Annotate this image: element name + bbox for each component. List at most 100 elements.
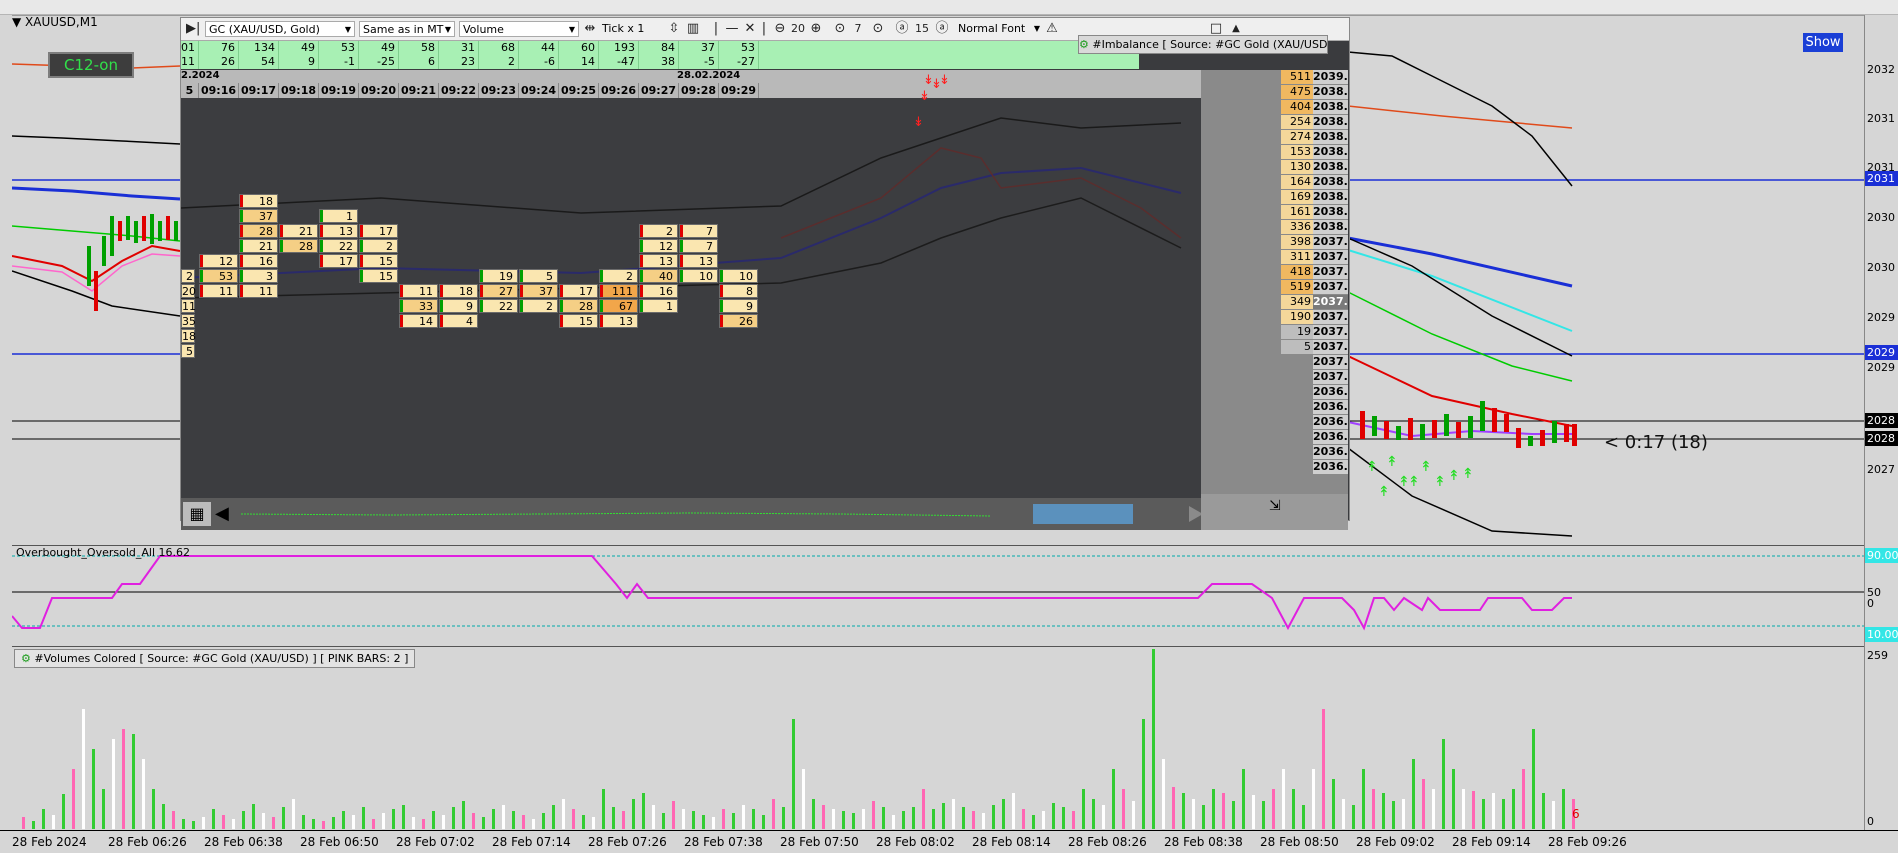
volume-indicator-title[interactable]: ⚙ #Volumes Colored [ Source: #GC Gold (X… xyxy=(14,649,416,668)
separator-icon: | xyxy=(713,21,719,36)
volume-bar xyxy=(1032,815,1035,829)
type-select[interactable]: Volume ▼ xyxy=(459,21,579,37)
volume-bar xyxy=(1382,793,1385,829)
volume-bar xyxy=(292,799,295,829)
delta-cell: 53 xyxy=(319,41,359,55)
instrument-select[interactable]: GC (XAU/USD, Gold) ▼ xyxy=(205,21,355,37)
oscillator-panel[interactable] xyxy=(12,545,1864,646)
cell-marker xyxy=(440,285,443,297)
zoom-in-icon[interactable]: ⊕ xyxy=(809,21,823,37)
cell-marker xyxy=(720,270,723,282)
text-size-icon[interactable]: ⓐ xyxy=(935,21,949,37)
footprint-nav-bar: ▦ ◀ xyxy=(181,498,1203,530)
footprint-cell: 7 xyxy=(679,224,718,238)
cell-value: 5 xyxy=(546,270,553,283)
chart-window-title[interactable]: ▼ XAUUSD,M1 xyxy=(12,15,98,33)
navigator-minimap[interactable] xyxy=(241,504,1211,524)
ladder-price: 2037.0 xyxy=(1313,370,1348,384)
volume-bar xyxy=(652,805,655,829)
cell-marker xyxy=(480,285,483,297)
resize-icon[interactable]: ⇲ xyxy=(1269,498,1281,514)
mode-select[interactable]: Same as in MT ▼ xyxy=(359,21,455,37)
ladder-price: 2037.6 xyxy=(1313,280,1348,294)
mode-value: Same as in MT xyxy=(363,23,444,36)
cell-marker xyxy=(400,285,403,297)
price-tick: 2030 xyxy=(1867,211,1895,224)
footprint-cell: 11 xyxy=(239,284,278,298)
cell-value: 4 xyxy=(466,315,473,328)
footprint-cell: 10 xyxy=(719,269,758,283)
time-axis-label: 28 Feb 08:02 xyxy=(876,835,955,849)
delta-cell: 49 xyxy=(359,41,399,55)
close-icon[interactable]: ✕ xyxy=(743,21,757,37)
time-cell: 09:19 xyxy=(319,83,359,98)
delta-cell: 31 xyxy=(439,41,479,55)
volume-bar xyxy=(1422,779,1425,829)
volume-bar xyxy=(722,809,725,829)
volume-bar xyxy=(1562,789,1565,829)
at-icon[interactable]: ⓐ xyxy=(895,21,909,37)
volume-bar xyxy=(1302,805,1305,829)
ladder-row: 2542038.7 xyxy=(1201,115,1348,130)
footprint-cell: 5 xyxy=(519,269,558,283)
ladder-price: 2037.5 xyxy=(1313,295,1348,309)
cell-value: 11 xyxy=(419,285,433,298)
footprint-cell: 35 xyxy=(181,314,196,328)
cell-marker xyxy=(560,300,563,312)
tick-select[interactable]: Tick x 1 xyxy=(599,21,665,37)
footprint-window[interactable]: ▶| GC (XAU/USD, Gold) ▼ Same as in MT ▼ Vo… xyxy=(180,17,1350,530)
play-icon[interactable]: ▶| xyxy=(186,21,200,37)
line-icon[interactable]: — xyxy=(725,21,739,37)
cell-value: 2 xyxy=(626,270,633,283)
font-select[interactable]: Normal Font ▼ xyxy=(955,21,1043,37)
cell-marker xyxy=(640,285,643,297)
ladder-price: 2038.5 xyxy=(1313,145,1348,159)
gear-icon[interactable]: ⚙ xyxy=(21,652,34,665)
delta-cell: 49 xyxy=(279,41,319,55)
price-axis[interactable]: 2032 2031 2031 2030 2030 2029 2029 2027 … xyxy=(1864,15,1898,830)
warning-icon[interactable]: ⚠ xyxy=(1045,21,1059,37)
down-icon[interactable]: ⊙ xyxy=(833,21,847,37)
zoom-out-icon[interactable]: ⊖ xyxy=(773,21,787,37)
cell-value: 17 xyxy=(379,225,393,238)
collapse-triangle-icon[interactable]: ▼ xyxy=(12,15,25,29)
price-tick: 2030 xyxy=(1867,261,1895,274)
volume-bar xyxy=(602,789,605,829)
show-button[interactable]: Show xyxy=(1803,33,1843,52)
cell-value: 2 xyxy=(386,240,393,253)
volume-bar xyxy=(1092,799,1095,829)
settings-icon[interactable]: ⇹ xyxy=(583,21,597,37)
volume-bar xyxy=(842,811,845,829)
volume-bar xyxy=(82,709,85,829)
imbalance-indicator-title[interactable]: ⚙ #Imbalance [ Source: #GC Gold (XAU/USD… xyxy=(1078,35,1328,54)
time-axis[interactable]: 28 Feb 2024 28 Feb 06:26 28 Feb 06:38 28 Fe… xyxy=(0,830,1898,853)
date-row: 2.2024 28.02.2024 xyxy=(181,70,1201,83)
cell-marker xyxy=(520,300,523,312)
cell-value: 1 xyxy=(666,300,673,313)
split-icon[interactable]: ⇳ xyxy=(667,21,681,37)
footprint-cell: 21 xyxy=(279,224,318,238)
time-axis-label: 28 Feb 09:26 xyxy=(1548,835,1627,849)
delta-cell: -5 xyxy=(679,55,719,69)
up-icon[interactable]: ⊙ xyxy=(871,21,885,37)
cell-value: 11 xyxy=(219,285,233,298)
footprint-cell: 14 xyxy=(399,314,438,328)
gear-icon[interactable]: ⚙ xyxy=(1079,38,1092,51)
volume-bar xyxy=(832,809,835,829)
bars-icon[interactable]: ▥ xyxy=(685,21,701,37)
oscillator-label: Overbought_Oversold_All 16.62 xyxy=(16,546,190,559)
calendar-icon[interactable]: ▦ xyxy=(183,502,211,526)
scroll-left-icon[interactable]: ◀ xyxy=(215,502,235,526)
volume-bar xyxy=(582,815,585,829)
c12-toggle-button[interactable]: C12-on xyxy=(48,52,134,78)
volume-bar xyxy=(1082,789,1085,829)
volume-bar xyxy=(1172,787,1175,829)
ladder-price: 2037.7 xyxy=(1313,265,1348,279)
cell-value: 37 xyxy=(539,285,553,298)
volume-bar xyxy=(72,769,75,829)
ladder-price: 2038.3 xyxy=(1313,175,1348,189)
volume-bar xyxy=(902,811,905,829)
volume-bar xyxy=(572,809,575,829)
cell-value: 13 xyxy=(659,255,673,268)
volume-panel[interactable]: 6 xyxy=(12,646,1864,831)
